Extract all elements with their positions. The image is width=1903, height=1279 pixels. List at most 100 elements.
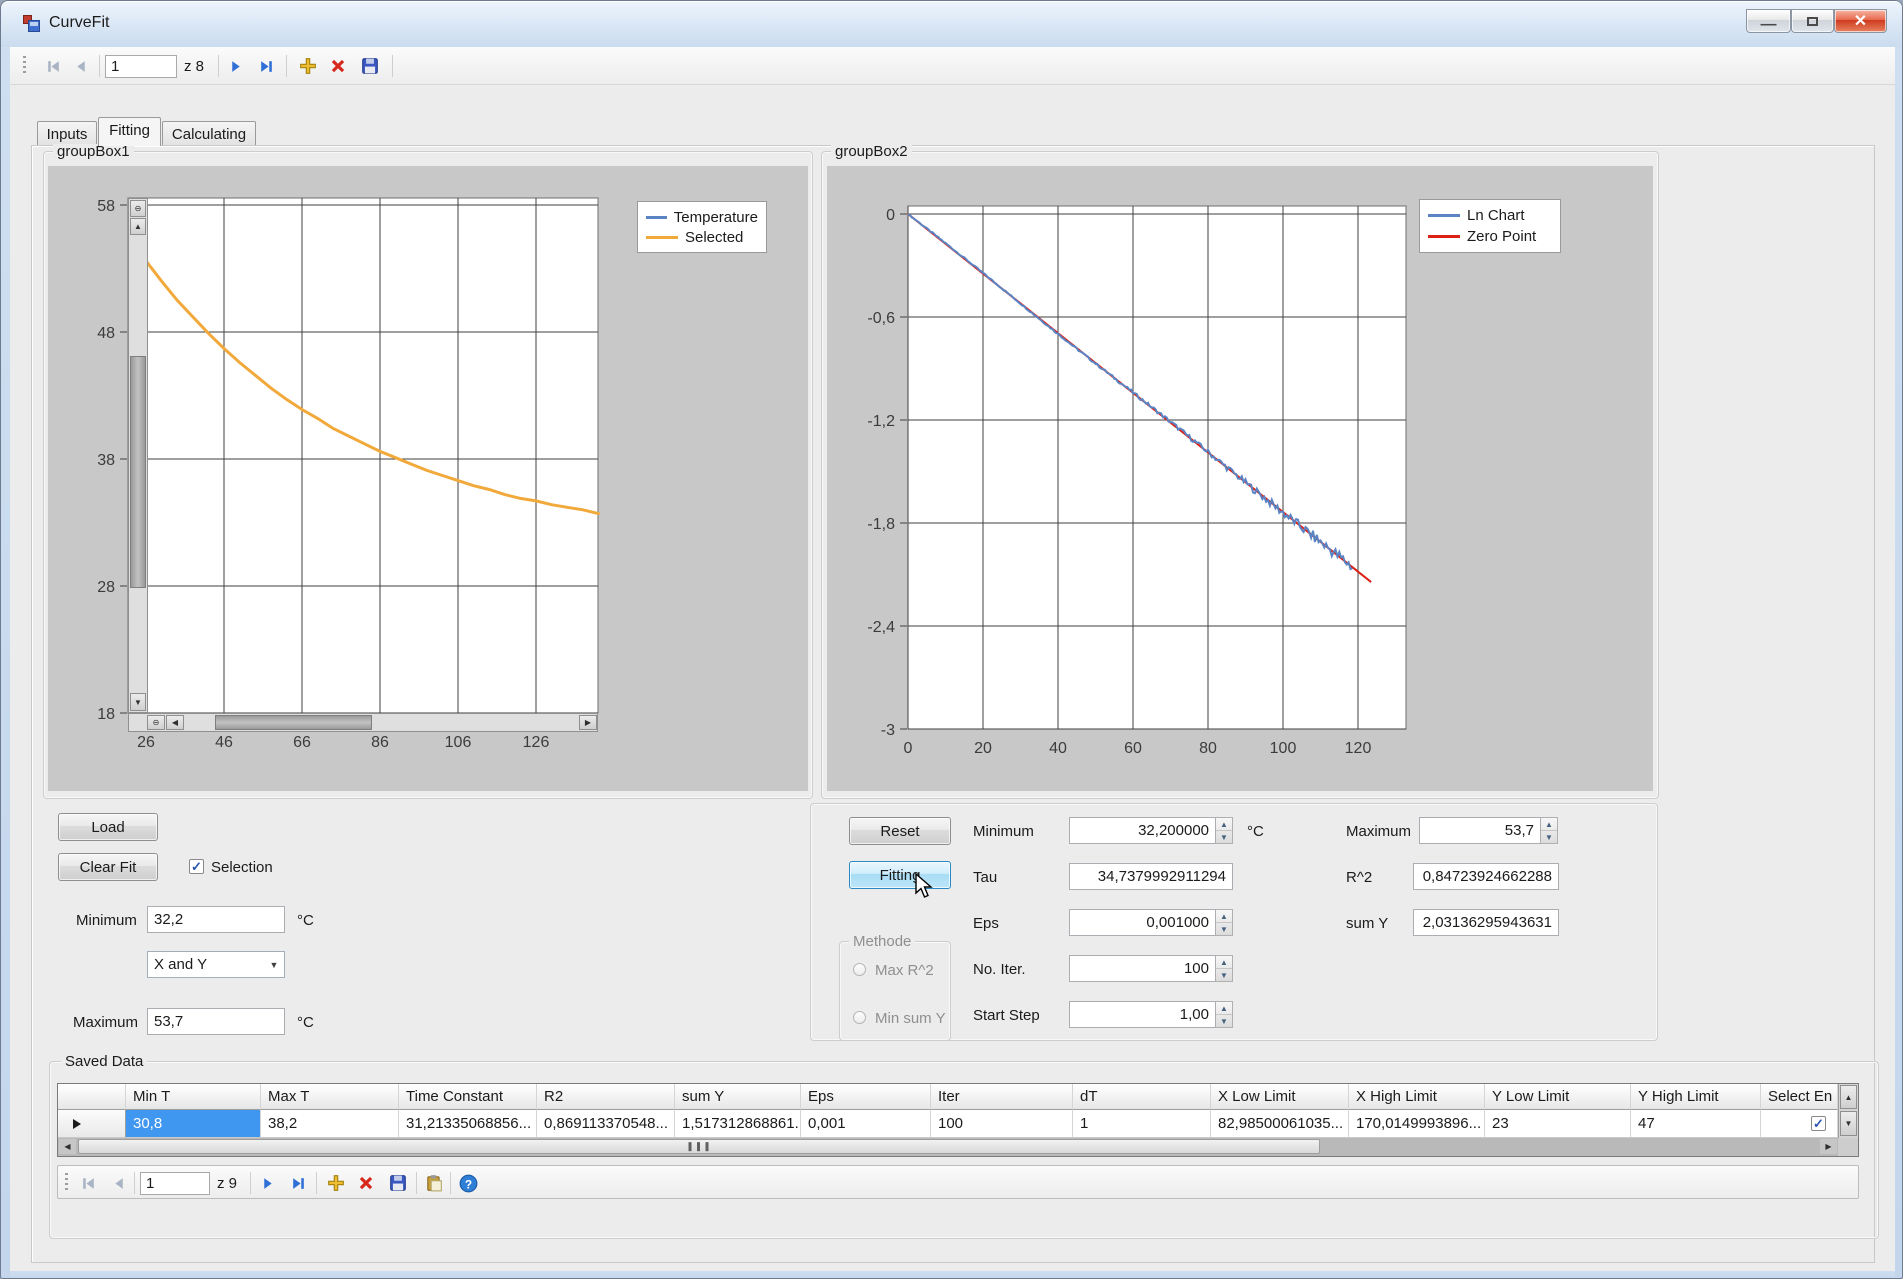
scroll-down-icon[interactable]: ▼	[130, 693, 146, 711]
selection-checkbox[interactable]: ✓	[189, 859, 204, 874]
range-mode-dropdown[interactable]: X and Y▼	[147, 951, 285, 978]
grid-cell[interactable]: 82,98500061035...	[1211, 1110, 1349, 1138]
eps-stepper[interactable]: ▲▼	[1216, 909, 1233, 936]
next-record-icon[interactable]	[256, 1171, 280, 1195]
help-icon[interactable]: ?	[456, 1171, 480, 1195]
first-record-icon[interactable]	[41, 54, 65, 78]
iterations-input[interactable]: 100	[1069, 955, 1216, 982]
last-record-icon[interactable]	[286, 1171, 310, 1195]
record-position-input[interactable]: 1	[140, 1172, 210, 1195]
scroll-up-icon[interactable]: ▲	[1840, 1085, 1857, 1109]
grid-header-cell[interactable]: Min T	[126, 1084, 261, 1110]
save-icon[interactable]	[386, 1171, 410, 1195]
ln-chart[interactable]	[827, 166, 1653, 791]
record-position-input[interactable]: 1	[105, 55, 177, 78]
grid-header-cell[interactable]: dT	[1073, 1084, 1211, 1110]
fit-minimum-stepper[interactable]: ▲▼	[1216, 817, 1233, 844]
delete-record-icon[interactable]	[354, 1171, 378, 1195]
iterations-stepper[interactable]: ▲▼	[1216, 955, 1233, 982]
scroll-left-icon[interactable]: ◀	[59, 1139, 76, 1154]
clipboard-icon[interactable]	[422, 1171, 446, 1195]
title-bar[interactable]: CurveFit — ✕	[1, 1, 1903, 47]
grid-header-cell[interactable]: Y Low Limit	[1485, 1084, 1631, 1110]
add-record-icon[interactable]	[324, 1171, 348, 1195]
record-count-label: z 8	[184, 58, 204, 75]
row-header[interactable]	[58, 1110, 126, 1138]
minimize-button[interactable]: —	[1746, 9, 1791, 33]
grid-header-cell[interactable]: X Low Limit	[1211, 1084, 1349, 1110]
toolbar-grip[interactable]	[65, 1173, 68, 1193]
add-record-icon[interactable]	[296, 54, 320, 78]
sum-y-value-field[interactable]: 2,03136295943631	[1413, 909, 1559, 936]
grid-corner-header[interactable]	[58, 1084, 126, 1110]
minimum-input[interactable]: 32,2	[147, 906, 285, 933]
zoom-out-icon[interactable]: ⊖	[130, 200, 146, 217]
load-button[interactable]: Load	[58, 813, 158, 841]
saved-data-grid[interactable]: Min TMax TTime ConstantR2sum YEpsIterdTX…	[57, 1083, 1859, 1157]
maximum-input[interactable]: 53,7	[147, 1008, 285, 1035]
grid-header-cell[interactable]: sum Y	[675, 1084, 801, 1110]
grid-cell[interactable]: 47	[1631, 1110, 1761, 1138]
grid-header-cell[interactable]: Select En	[1761, 1084, 1838, 1110]
grid-vertical-scrollbar[interactable]: ▲ ▼	[1838, 1084, 1858, 1138]
grid-cell[interactable]: 1	[1073, 1110, 1211, 1138]
select-enabled-checkbox[interactable]: ✓	[1811, 1116, 1826, 1131]
delete-record-icon[interactable]	[326, 54, 350, 78]
grid-header-cell[interactable]: Max T	[261, 1084, 399, 1110]
min-sum-y-radio[interactable]	[853, 1011, 866, 1024]
first-record-icon[interactable]	[76, 1171, 100, 1195]
max-r2-radio[interactable]	[853, 963, 866, 976]
grid-header-cell[interactable]: Iter	[931, 1084, 1073, 1110]
previous-record-icon[interactable]	[106, 1171, 130, 1195]
fit-maximum-input[interactable]: 53,7	[1419, 817, 1541, 844]
maximize-button[interactable]	[1791, 9, 1834, 33]
scroll-down-icon[interactable]: ▼	[1840, 1111, 1857, 1136]
eps-input[interactable]: 0,001000	[1069, 909, 1216, 936]
r2-value-field[interactable]: 0,84723924662288	[1413, 863, 1559, 890]
zoom-out-icon[interactable]: ⊖	[147, 715, 165, 730]
grid-header-cell[interactable]: R2	[537, 1084, 675, 1110]
grid-cell[interactable]: 100	[931, 1110, 1073, 1138]
horizontal-scroll-thumb[interactable]: ❚❚❚	[78, 1139, 1320, 1154]
tau-value-field[interactable]: 34,7379992911294	[1069, 863, 1233, 890]
reset-button[interactable]: Reset	[849, 817, 951, 845]
tab-calculating[interactable]: Calculating	[162, 121, 256, 146]
temperature-chart[interactable]	[48, 166, 808, 791]
last-record-icon[interactable]	[254, 54, 278, 78]
grid-header-cell[interactable]: Time Constant	[399, 1084, 537, 1110]
grid-horizontal-scrollbar[interactable]: ◀ ❚❚❚ ▶	[58, 1138, 1838, 1156]
toolbar-grip[interactable]	[23, 56, 26, 76]
scroll-right-icon[interactable]: ▶	[579, 715, 597, 730]
fit-minimum-input[interactable]: 32,200000	[1069, 817, 1216, 844]
grid-cell[interactable]: 0,869113370548...	[537, 1110, 675, 1138]
horizontal-scroll-thumb[interactable]	[215, 715, 372, 730]
next-record-icon[interactable]	[224, 54, 248, 78]
table-row[interactable]: 30,838,231,21335068856...0,869113370548.…	[58, 1110, 1858, 1138]
previous-record-icon[interactable]	[68, 54, 92, 78]
grid-cell[interactable]: 0,001	[801, 1110, 931, 1138]
grid-cell-select-enabled[interactable]: ✓	[1761, 1110, 1838, 1138]
grid-header-cell[interactable]: Y High Limit	[1631, 1084, 1761, 1110]
grid-cell[interactable]: 38,2	[261, 1110, 399, 1138]
grid-cell[interactable]: 23	[1485, 1110, 1631, 1138]
chart1-horizontal-scrollbar[interactable]: ⊖ ◀ ▶	[128, 713, 598, 732]
scroll-up-icon[interactable]: ▲	[130, 218, 146, 235]
fit-maximum-stepper[interactable]: ▲▼	[1541, 817, 1558, 844]
grid-cell[interactable]: 1,517312868861...	[675, 1110, 801, 1138]
start-step-stepper[interactable]: ▲▼	[1216, 1001, 1233, 1028]
grid-cell[interactable]: 30,8	[126, 1110, 261, 1138]
chart1-vertical-scrollbar[interactable]: ⊖ ▲ ▼	[128, 198, 148, 713]
start-step-input[interactable]: 1,00	[1069, 1001, 1216, 1028]
vertical-scroll-thumb[interactable]	[130, 356, 146, 588]
scroll-right-icon[interactable]: ▶	[1820, 1139, 1837, 1154]
grid-cell[interactable]: 170,0149993896...	[1349, 1110, 1485, 1138]
clear-fit-button[interactable]: Clear Fit	[58, 853, 158, 881]
close-button[interactable]: ✕	[1834, 9, 1887, 33]
save-icon[interactable]	[358, 54, 382, 78]
grid-header-cell[interactable]: X High Limit	[1349, 1084, 1485, 1110]
ln-chart-series-swatch	[1428, 214, 1460, 217]
grid-header-cell[interactable]: Eps	[801, 1084, 931, 1110]
grid-cell[interactable]: 31,21335068856...	[399, 1110, 537, 1138]
scroll-left-icon[interactable]: ◀	[166, 715, 184, 730]
tab-fitting[interactable]: Fitting	[98, 117, 161, 146]
